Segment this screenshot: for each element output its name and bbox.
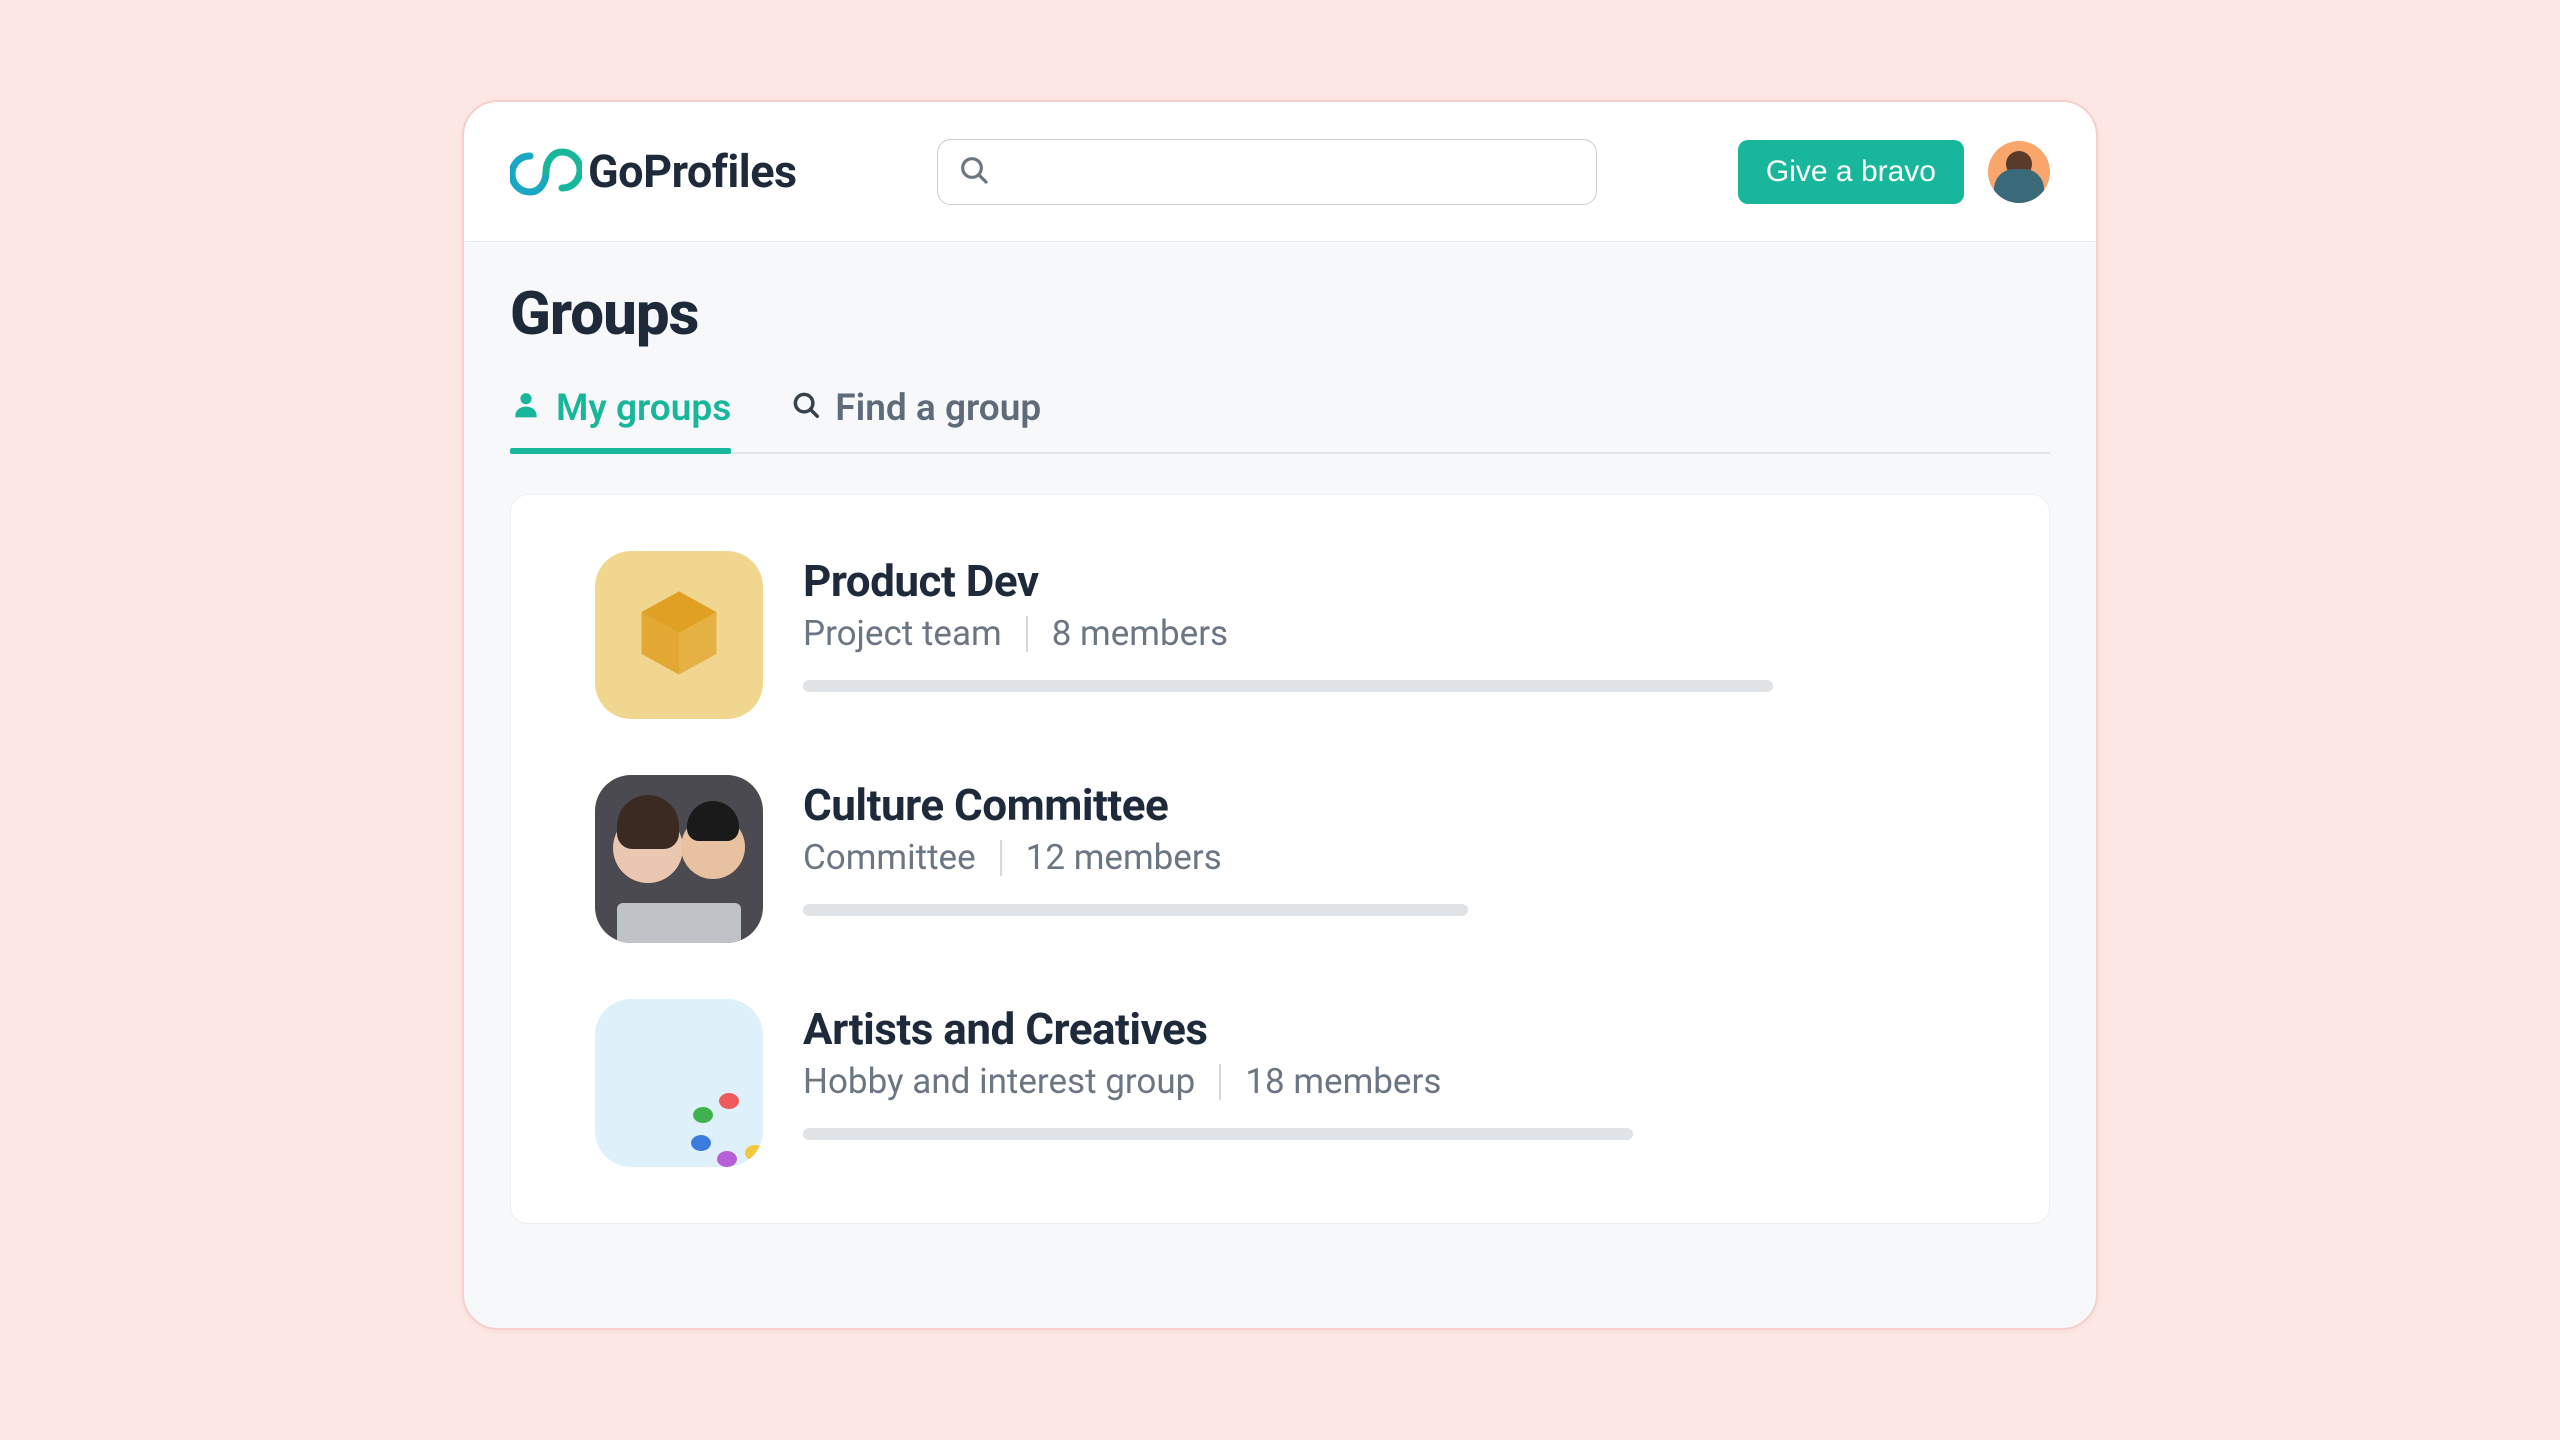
- group-row[interactable]: Artists and Creatives Hobby and interest…: [595, 999, 1965, 1167]
- group-row[interactable]: Culture Committee Committee 12 members: [595, 775, 1965, 943]
- tab-find-group[interactable]: Find a group: [791, 387, 1041, 452]
- brand-name: GoProfiles: [588, 145, 797, 198]
- search-icon: [791, 387, 821, 430]
- logo-mark-icon: [510, 148, 582, 196]
- group-meta: Hobby and interest group 18 members: [803, 1061, 1965, 1102]
- person-icon: [510, 387, 542, 430]
- skeleton-line: [803, 1128, 1633, 1140]
- meta-divider: [1219, 1064, 1221, 1100]
- group-info: Artists and Creatives Hobby and interest…: [803, 999, 1965, 1140]
- people-photo-icon: [595, 775, 763, 943]
- app-window: GoProfiles Give a bravo Groups: [462, 100, 2098, 1330]
- group-members: 8 members: [1052, 613, 1228, 654]
- groups-card: Product Dev Project team 8 members: [510, 494, 2050, 1224]
- topbar: GoProfiles Give a bravo: [464, 102, 2096, 242]
- page-title: Groups: [510, 278, 2050, 349]
- group-members: 18 members: [1245, 1061, 1441, 1102]
- group-type: Hobby and interest group: [803, 1061, 1195, 1102]
- avatar[interactable]: [1988, 141, 2050, 203]
- search-icon: [958, 154, 990, 190]
- give-bravo-button[interactable]: Give a bravo: [1738, 140, 1964, 204]
- group-row[interactable]: Product Dev Project team 8 members: [595, 551, 1965, 719]
- group-name: Artists and Creatives: [803, 1003, 1965, 1055]
- group-members: 12 members: [1026, 837, 1222, 878]
- group-thumb: [595, 999, 763, 1167]
- group-name: Culture Committee: [803, 779, 1965, 831]
- topbar-right: Give a bravo: [1738, 140, 2050, 204]
- meta-divider: [1026, 616, 1028, 652]
- tab-my-groups[interactable]: My groups: [510, 387, 731, 452]
- group-thumb: [595, 775, 763, 943]
- brand-logo[interactable]: GoProfiles: [510, 145, 797, 198]
- tabs: My groups Find a group: [510, 387, 2050, 454]
- meta-divider: [1000, 840, 1002, 876]
- group-info: Product Dev Project team 8 members: [803, 551, 1965, 692]
- tab-label: Find a group: [835, 387, 1041, 430]
- group-thumb: [595, 551, 763, 719]
- skeleton-line: [803, 680, 1773, 692]
- search-container: [837, 139, 1698, 205]
- group-name: Product Dev: [803, 555, 1965, 607]
- group-type: Project team: [803, 613, 1002, 654]
- page-content: Groups My groups Find a group: [464, 242, 2096, 1224]
- group-meta: Project team 8 members: [803, 613, 1965, 654]
- tab-label: My groups: [556, 387, 731, 430]
- group-type: Committee: [803, 837, 976, 878]
- search-input-wrap[interactable]: [937, 139, 1597, 205]
- box-icon: [629, 583, 729, 687]
- search-input[interactable]: [1002, 156, 1576, 188]
- group-info: Culture Committee Committee 12 members: [803, 775, 1965, 916]
- group-meta: Committee 12 members: [803, 837, 1965, 878]
- skeleton-line: [803, 904, 1468, 916]
